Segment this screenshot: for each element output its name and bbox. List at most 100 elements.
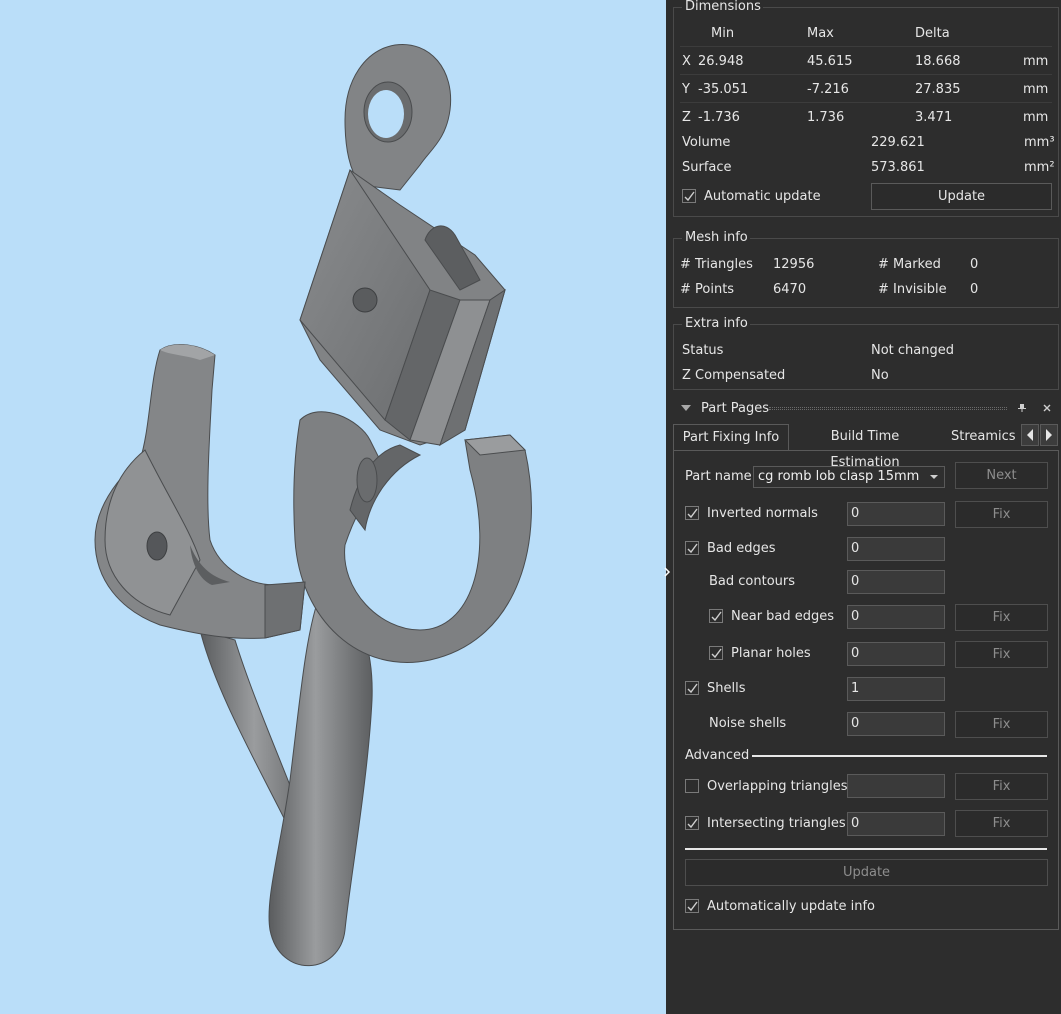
inverted-normals-label: Inverted normals bbox=[707, 506, 818, 521]
intersecting-triangles-fix-button[interactable]: Fix bbox=[955, 810, 1048, 837]
extra-info-group: Extra info Status Not changed Z Compensa… bbox=[673, 316, 1059, 390]
bad-contours-field[interactable]: 0 bbox=[847, 570, 945, 594]
collapse-arrow-icon[interactable] bbox=[680, 404, 692, 414]
volume-value: 229.621 bbox=[871, 135, 925, 150]
3d-viewport[interactable] bbox=[0, 0, 666, 1014]
properties-panel: Dimensions Min Max Delta X 26.948 45.615… bbox=[671, 0, 1061, 1014]
tab-part-fixing-info[interactable]: Part Fixing Info bbox=[673, 424, 789, 450]
near-bad-edges-label: Near bad edges bbox=[731, 609, 835, 624]
noise-shells-label: Noise shells bbox=[709, 716, 787, 731]
axis-z: Z bbox=[682, 110, 691, 125]
extra-info-title: Extra info bbox=[683, 316, 750, 331]
overlapping-triangles-checkbox[interactable] bbox=[685, 779, 699, 793]
z-min: -1.736 bbox=[698, 110, 740, 125]
inverted-normals-checkbox[interactable] bbox=[685, 506, 699, 520]
y-delta: 27.835 bbox=[915, 82, 961, 97]
part-pages-titlebar[interactable]: Part Pages bbox=[671, 396, 1061, 420]
auto-update-info-label: Automatically update info bbox=[707, 899, 876, 914]
overlapping-triangles-fix-button[interactable]: Fix bbox=[955, 773, 1048, 800]
pin-icon[interactable] bbox=[1017, 403, 1027, 413]
x-delta: 18.668 bbox=[915, 54, 961, 69]
overlapping-triangles-label: Overlapping triangles bbox=[707, 779, 848, 794]
dimensions-update-button[interactable]: Update bbox=[871, 183, 1052, 210]
near-bad-edges-checkbox[interactable] bbox=[709, 609, 723, 623]
chevron-down-icon bbox=[930, 475, 938, 479]
tab-streamics[interactable]: Streamics P bbox=[951, 424, 1023, 450]
triangles-label: # Triangles bbox=[680, 257, 753, 272]
noise-shells-fix-button[interactable]: Fix bbox=[955, 711, 1048, 738]
surface-value: 573.861 bbox=[871, 160, 925, 175]
next-button[interactable]: Next bbox=[955, 462, 1048, 489]
x-min: 26.948 bbox=[698, 54, 744, 69]
shells-field[interactable]: 1 bbox=[847, 677, 945, 701]
status-label: Status bbox=[682, 343, 724, 358]
invisible-label: # Invisible bbox=[878, 282, 947, 297]
chevron-right-icon bbox=[1046, 429, 1052, 441]
chevron-left-icon bbox=[1027, 429, 1033, 441]
marked-label: # Marked bbox=[878, 257, 941, 272]
inverted-normals-field[interactable]: 0 bbox=[847, 502, 945, 526]
part-pages-title: Part Pages bbox=[701, 401, 770, 416]
part-name-select[interactable]: cg romb lob clasp 15mm bbox=[753, 466, 945, 488]
clasp-model[interactable] bbox=[0, 0, 666, 1014]
z-compensated-label: Z Compensated bbox=[682, 368, 786, 383]
noise-shells-field[interactable]: 0 bbox=[847, 712, 945, 736]
axis-x: X bbox=[682, 54, 691, 69]
tab-build-time-estimation[interactable]: Build Time Estimation bbox=[797, 424, 933, 470]
planar-holes-field[interactable]: 0 bbox=[847, 642, 945, 666]
mesh-info-group: Mesh info # Triangles 12956 # Marked 0 #… bbox=[673, 230, 1059, 308]
z-max: 1.736 bbox=[807, 110, 845, 125]
x-unit: mm bbox=[1023, 54, 1049, 69]
z-compensated-value: No bbox=[871, 368, 889, 383]
close-icon[interactable] bbox=[1042, 403, 1052, 413]
volume-label: Volume bbox=[682, 135, 731, 150]
dimensions-title: Dimensions bbox=[683, 0, 763, 14]
y-max: -7.216 bbox=[807, 82, 849, 97]
bad-edges-field[interactable]: 0 bbox=[847, 537, 945, 561]
planar-holes-checkbox[interactable] bbox=[709, 646, 723, 660]
auto-update-info-checkbox[interactable] bbox=[685, 899, 699, 913]
part-name-label: Part name bbox=[685, 469, 752, 484]
z-delta: 3.471 bbox=[915, 110, 953, 125]
automatic-update-checkbox[interactable] bbox=[682, 189, 696, 203]
surface-label: Surface bbox=[682, 160, 732, 175]
z-unit: mm bbox=[1023, 110, 1049, 125]
points-value: 6470 bbox=[773, 282, 807, 297]
advanced-label: Advanced bbox=[685, 748, 750, 763]
part-pages-update-button[interactable]: Update bbox=[685, 859, 1048, 886]
automatic-update-label: Automatic update bbox=[704, 189, 821, 204]
marked-value: 0 bbox=[970, 257, 979, 272]
header-delta: Delta bbox=[915, 26, 950, 41]
near-bad-edges-fix-button[interactable]: Fix bbox=[955, 604, 1048, 631]
part-fixing-page: Part name cg romb lob clasp 15mm Next In… bbox=[673, 450, 1059, 930]
points-label: # Points bbox=[680, 282, 735, 297]
tab-scroll-left-button[interactable] bbox=[1021, 424, 1039, 446]
tab-scroll-right-button[interactable] bbox=[1040, 424, 1058, 446]
near-bad-edges-field[interactable]: 0 bbox=[847, 605, 945, 629]
splitter-handle[interactable] bbox=[664, 566, 671, 582]
mesh-info-title: Mesh info bbox=[683, 230, 750, 245]
header-min: Min bbox=[711, 26, 735, 41]
bad-edges-checkbox[interactable] bbox=[685, 541, 699, 555]
status-value: Not changed bbox=[871, 343, 955, 358]
overlapping-triangles-field[interactable] bbox=[847, 774, 945, 798]
shells-checkbox[interactable] bbox=[685, 681, 699, 695]
part-name-value: cg romb lob clasp 15mm bbox=[758, 469, 920, 484]
intersecting-triangles-label: Intersecting triangles bbox=[707, 816, 846, 831]
intersecting-triangles-field[interactable]: 0 bbox=[847, 812, 945, 836]
advanced-divider bbox=[752, 755, 1047, 757]
dimensions-group: Dimensions Min Max Delta X 26.948 45.615… bbox=[673, 0, 1059, 217]
y-unit: mm bbox=[1023, 82, 1049, 97]
volume-unit: mm³ bbox=[1024, 135, 1055, 150]
triangles-value: 12956 bbox=[773, 257, 815, 272]
bad-edges-label: Bad edges bbox=[707, 541, 776, 556]
header-max: Max bbox=[807, 26, 834, 41]
surface-unit: mm² bbox=[1024, 160, 1055, 175]
bad-contours-label: Bad contours bbox=[709, 574, 796, 589]
shells-label: Shells bbox=[707, 681, 746, 696]
planar-holes-label: Planar holes bbox=[731, 646, 811, 661]
intersecting-triangles-checkbox[interactable] bbox=[685, 816, 699, 830]
x-max: 45.615 bbox=[807, 54, 853, 69]
inverted-normals-fix-button[interactable]: Fix bbox=[955, 501, 1048, 528]
planar-holes-fix-button[interactable]: Fix bbox=[955, 641, 1048, 668]
